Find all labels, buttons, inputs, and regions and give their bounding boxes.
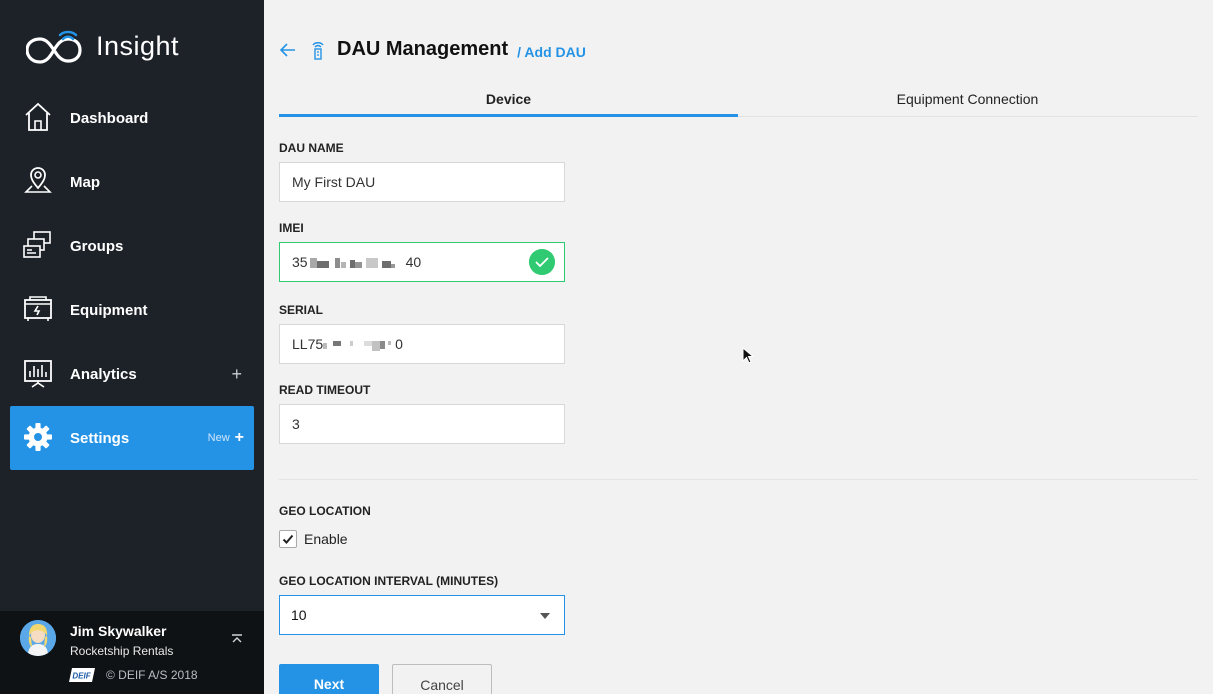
page-title: DAU Management [337, 38, 509, 60]
sidebar-item-dashboard[interactable]: Dashboard [10, 86, 254, 150]
app-logo[interactable]: Insight [26, 28, 179, 64]
sidebar-item-settings[interactable]: Settings New + [10, 406, 254, 470]
user-company: Rocketship Rentals [70, 644, 174, 658]
mouse-cursor-icon [742, 347, 754, 364]
next-button[interactable]: Next [279, 664, 379, 694]
sidebar-item-map[interactable]: Map [10, 150, 254, 214]
sidebar-item-label: Settings [70, 429, 130, 447]
sidebar-item-label: Map [70, 173, 100, 191]
valid-check-icon [529, 249, 555, 275]
sidebar-item-groups[interactable]: Groups [10, 214, 254, 278]
geo-interval-value: 10 [291, 607, 307, 623]
geo-location-checkbox[interactable] [279, 530, 297, 548]
avatar[interactable] [20, 620, 56, 656]
tab-equipment-connection[interactable]: Equipment Connection [738, 86, 1197, 117]
imei-prefix: 35 [292, 254, 308, 270]
breadcrumb[interactable]: / Add DAU [517, 44, 586, 60]
deif-logo-icon: DEIF [69, 668, 95, 682]
serial-prefix: LL75 [292, 336, 324, 352]
serial-label: SERIAL [279, 303, 324, 317]
sidebar-item-analytics[interactable]: Analytics + [10, 342, 254, 406]
expand-plus-icon[interactable]: + [231, 364, 242, 385]
serial-input[interactable]: LL75 0 [279, 324, 565, 364]
sidebar-item-label: Equipment [70, 301, 148, 319]
imei-suffix: 40 [405, 254, 422, 270]
avatar-portrait-icon [20, 620, 56, 656]
page-header: DAU Management / Add DAU [279, 38, 586, 61]
imei-label: IMEI [279, 221, 304, 235]
geo-interval-select[interactable]: 10 [279, 595, 565, 635]
tab-bar: Device Equipment Connection [279, 86, 1198, 117]
sidebar-item-label: Analytics [70, 365, 137, 383]
app-name: Insight [96, 30, 180, 61]
sidebar-item-equipment[interactable]: Equipment [10, 278, 254, 342]
dau-name-label: DAU NAME [279, 141, 344, 155]
dau-device-icon [312, 41, 324, 60]
user-name: Jim Skywalker [70, 623, 167, 639]
geo-interval-label: GEO LOCATION INTERVAL (MINUTES) [279, 574, 499, 588]
home-icon [25, 102, 51, 131]
user-panel: Jim Skywalker Rocketship Rentals DEIF © … [0, 611, 264, 694]
geo-location-enable-label[interactable]: Enable [304, 531, 348, 547]
imei-input[interactable]: 35 40 [279, 242, 565, 282]
map-pin-icon [24, 167, 52, 193]
analytics-icon [24, 360, 52, 388]
expand-plus-icon: + [234, 429, 244, 446]
collapse-up-icon[interactable] [230, 633, 244, 647]
checkmark-icon [282, 534, 294, 544]
sidebar-item-label: Groups [70, 237, 124, 255]
redacted-characters [323, 339, 395, 352]
new-badge[interactable]: New + [208, 429, 244, 447]
groups-icon [23, 231, 51, 258]
sidebar-item-label: Dashboard [70, 109, 149, 127]
read-timeout-label: READ TIMEOUT [279, 383, 371, 397]
serial-suffix: 0 [395, 336, 403, 352]
gear-icon [24, 423, 52, 451]
dau-name-input[interactable]: My First DAU [279, 162, 565, 202]
new-badge-label: New [207, 432, 230, 444]
read-timeout-input[interactable]: 3 [279, 404, 565, 444]
equipment-icon [24, 296, 52, 321]
svg-text:DEIF: DEIF [72, 672, 91, 681]
section-divider [279, 479, 1198, 480]
tab-device[interactable]: Device [279, 86, 738, 117]
redacted-digits [308, 257, 406, 269]
insight-logo-icon [26, 30, 82, 64]
geo-location-label: GEO LOCATION [279, 504, 371, 518]
cancel-button[interactable]: Cancel [392, 664, 492, 694]
chevron-down-icon [540, 613, 550, 619]
sidebar: Insight Dashboard Map Groups Equipment A… [0, 0, 264, 694]
copyright-text: © DEIF A/S 2018 [106, 668, 198, 682]
back-arrow-icon[interactable] [279, 41, 297, 59]
